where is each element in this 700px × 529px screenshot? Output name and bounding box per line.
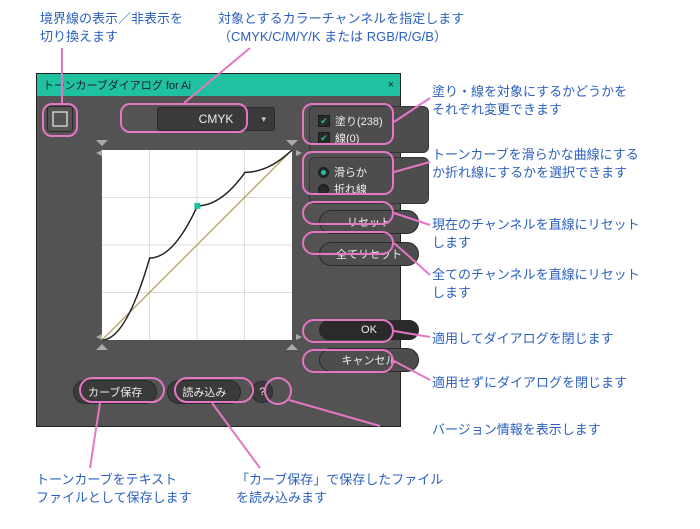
annot-version: バージョン情報を表示します bbox=[432, 421, 601, 439]
close-icon[interactable]: × bbox=[388, 79, 394, 91]
border-toggle-button[interactable] bbox=[47, 106, 73, 132]
curve-canvas[interactable] bbox=[102, 150, 292, 340]
dialog-title: トーンカーブダイアログ for Ai bbox=[43, 77, 191, 93]
checkbox-icon: ✔ bbox=[318, 115, 330, 127]
annot-smooth: トーンカーブを滑らかな曲線にするか折れ線にするかを選択できます bbox=[432, 146, 639, 182]
annot-save: トーンカーブをテキストファイルとして保存します bbox=[36, 471, 192, 507]
annot-load: 「カーブ保存」で保存したファイルを読み込みます bbox=[236, 471, 443, 507]
polyline-radio[interactable]: 折れ線 bbox=[318, 181, 420, 197]
load-curve-button[interactable]: 読み込み bbox=[167, 380, 241, 404]
reset-button[interactable]: リセット bbox=[319, 210, 419, 234]
annot-reset-all: 全てのチャンネルを直線にリセットします bbox=[432, 266, 640, 302]
stroke-checkbox[interactable]: ✔ 線(0) bbox=[318, 130, 420, 146]
radio-icon bbox=[318, 167, 329, 178]
curve-mode-group: 滑らか 折れ線 bbox=[309, 157, 429, 204]
stroke-label: 線(0) bbox=[335, 130, 359, 146]
save-curve-button[interactable]: カーブ保存 bbox=[73, 380, 157, 404]
annot-ok: 適用してダイアログを閉じます bbox=[432, 330, 614, 348]
curve-editor[interactable] bbox=[92, 140, 302, 350]
fill-label: 塗り(238) bbox=[335, 113, 383, 129]
smooth-label: 滑らか bbox=[334, 164, 367, 180]
annot-reset: 現在のチャンネルを直線にリセットします bbox=[432, 216, 640, 252]
annot-cancel: 適用せずにダイアログを閉じます bbox=[432, 374, 627, 392]
channel-combo-label: CMYK bbox=[199, 112, 234, 126]
cancel-button[interactable]: キャンセル bbox=[319, 348, 419, 372]
checkbox-icon: ✔ bbox=[318, 132, 330, 144]
radio-icon bbox=[318, 184, 329, 195]
tonecurve-dialog: トーンカーブダイアログ for Ai × CMYK ▾ bbox=[36, 73, 401, 427]
annot-fill-stroke: 塗り・線を対象にするかどうかをそれぞれ変更できます bbox=[432, 83, 627, 119]
chevron-down-icon: ▾ bbox=[261, 114, 266, 125]
ok-button[interactable]: OK bbox=[319, 320, 419, 340]
polyline-label: 折れ線 bbox=[334, 181, 367, 197]
reset-all-button[interactable]: 全てリセット bbox=[319, 242, 419, 266]
titlebar[interactable]: トーンカーブダイアログ for Ai × bbox=[37, 74, 400, 96]
help-button[interactable]: ? bbox=[251, 381, 273, 403]
border-icon bbox=[51, 110, 69, 128]
fill-stroke-group: ✔ 塗り(238) ✔ 線(0) bbox=[309, 106, 429, 153]
channel-combo[interactable]: CMYK ▾ bbox=[157, 107, 275, 131]
curve-plot bbox=[102, 150, 292, 340]
annot-border-toggle: 境界線の表示／非表示を切り換えます bbox=[40, 10, 183, 46]
smooth-radio[interactable]: 滑らか bbox=[318, 164, 420, 180]
fill-checkbox[interactable]: ✔ 塗り(238) bbox=[318, 113, 420, 129]
annot-channel-spec: 対象とするカラーチャンネルを指定します（CMYK/C/M/Y/K または RGB… bbox=[218, 10, 464, 46]
